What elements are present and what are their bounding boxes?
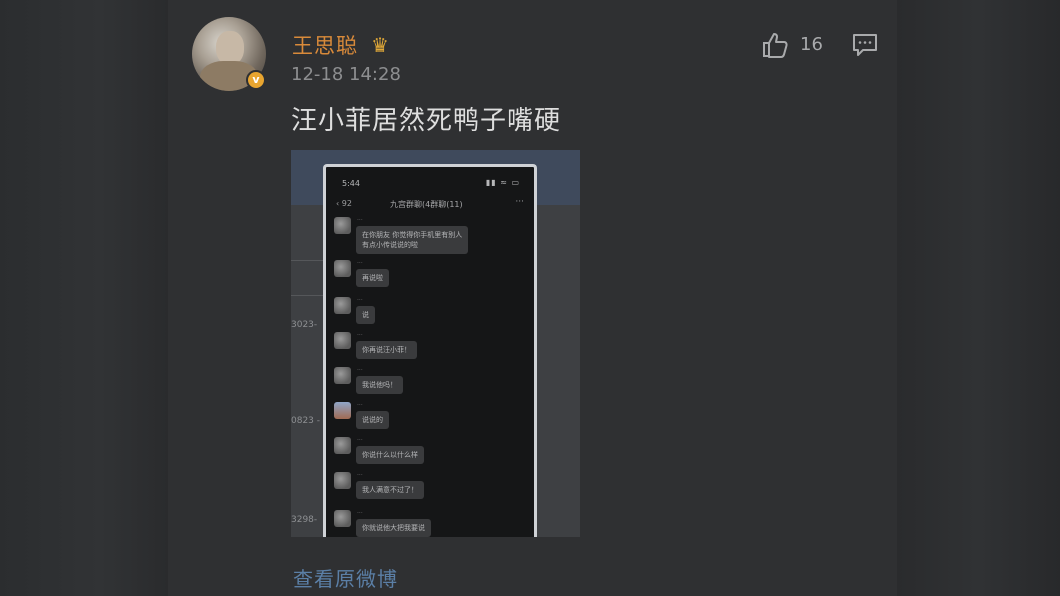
image-edge-label: 3023-: [291, 320, 318, 330]
chat-sender-name: ···: [357, 472, 363, 479]
crown-icon: ♛: [371, 33, 389, 57]
chat-bubble-line: 再说啦: [362, 274, 383, 282]
chat-message: ··· 我说他吗！: [334, 367, 534, 401]
username[interactable]: 王思聪: [292, 30, 358, 60]
chat-message: ··· 说: [334, 297, 534, 331]
chat-bubble: 我说他吗！: [356, 376, 403, 394]
post-timestamp: 12-18 14:28: [291, 64, 401, 85]
post-text: 汪小菲居然死鸭子嘴硬: [291, 106, 562, 136]
chat-back-button: ‹ 92: [336, 199, 352, 208]
chat-message: ··· 你就说他大把我要说: [334, 510, 534, 537]
chat-title: 九宫群聊(4群聊(11): [390, 200, 463, 209]
like-count: 16: [800, 34, 823, 55]
chat-avatar: [334, 402, 351, 419]
chat-more-icon: ···: [515, 197, 524, 207]
chat-message: ··· 你再说汪小菲！: [334, 332, 534, 366]
chat-bubble-line: 在你朋友 你觉得你手机里有别人: [362, 231, 463, 239]
chat-bubble-line: 你说什么以什么样: [362, 451, 418, 459]
chat-bubble: 你就说他大把我要说: [356, 519, 431, 537]
image-background-row: [291, 295, 323, 296]
chat-message: ··· 在你朋友 你觉得你手机里有别人 有点小传说说的啦: [334, 217, 534, 254]
chat-bubble-line: 我说他吗！: [362, 381, 397, 389]
chat-sender-name: ···: [357, 260, 363, 267]
chat-bubble: 再说啦: [356, 269, 389, 287]
chat-avatar: [334, 472, 351, 489]
chat-bubble-line: 说: [362, 311, 369, 319]
verified-badge-icon: v: [246, 70, 266, 90]
chat-avatar: [334, 297, 351, 314]
image-edge-label: 3298-: [291, 515, 318, 525]
chat-avatar: [334, 437, 351, 454]
post-image[interactable]: 3023- 0823 - 3298- 5:44 ▮▮ ≈ ▭ ‹ 92 九宫群聊…: [291, 150, 580, 537]
chat-sender-name: ···: [357, 402, 363, 409]
chat-avatar: [334, 332, 351, 349]
chat-message: ··· 我人满意不过了！: [334, 472, 534, 506]
chat-sender-name: ···: [357, 332, 363, 339]
chat-sender-name: ···: [357, 510, 363, 517]
chat-bubble-line: 你就说他大把我要说: [362, 524, 425, 532]
chat-message: ··· 说说的: [334, 402, 534, 436]
chat-sender-name: ···: [357, 437, 363, 444]
chat-sender-name: ···: [357, 217, 363, 224]
chat-bubble-line: 有点小传说说的啦: [362, 241, 418, 249]
chat-bubble-line: 你再说汪小菲！: [362, 346, 411, 354]
chat-bubble-line: 说说的: [362, 416, 383, 424]
chat-avatar: [334, 217, 351, 234]
chat-message: ··· 你说什么以什么样: [334, 437, 534, 471]
chat-avatar: [334, 260, 351, 277]
chat-bubble: 在你朋友 你觉得你手机里有别人 有点小传说说的啦: [356, 226, 469, 254]
chat-bubble-line: 我人满意不过了！: [362, 486, 418, 494]
chat-sender-name: ···: [357, 367, 363, 374]
thumbs-up-icon[interactable]: [760, 30, 790, 60]
background-right-panel: [897, 0, 1060, 596]
chat-bubble: 我人满意不过了！: [356, 481, 424, 499]
phone-status-time: 5:44: [342, 179, 360, 188]
chat-bubble: 说说的: [356, 411, 389, 429]
chat-avatar: [334, 510, 351, 527]
chat-bubble: 你说什么以什么样: [356, 446, 424, 464]
view-original-link[interactable]: 查看原微博: [293, 563, 398, 592]
image-edge-label: 0823 -: [291, 416, 321, 426]
chat-bubble: 你再说汪小菲！: [356, 341, 417, 359]
phone-status-icons: ▮▮ ≈ ▭: [485, 178, 520, 187]
chat-sender-name: ···: [357, 297, 363, 304]
chat-message: ··· 再说啦: [334, 260, 534, 294]
phone-screenshot: 5:44 ▮▮ ≈ ▭ ‹ 92 九宫群聊(4群聊(11) ··· ··· 在你朋…: [323, 164, 537, 537]
chat-bubble: 说: [356, 306, 375, 324]
chat-avatar: [334, 367, 351, 384]
avatar-face: [216, 31, 244, 65]
comment-icon[interactable]: [852, 33, 878, 57]
image-background-row: [291, 260, 323, 261]
background-left-panel: [0, 0, 168, 596]
